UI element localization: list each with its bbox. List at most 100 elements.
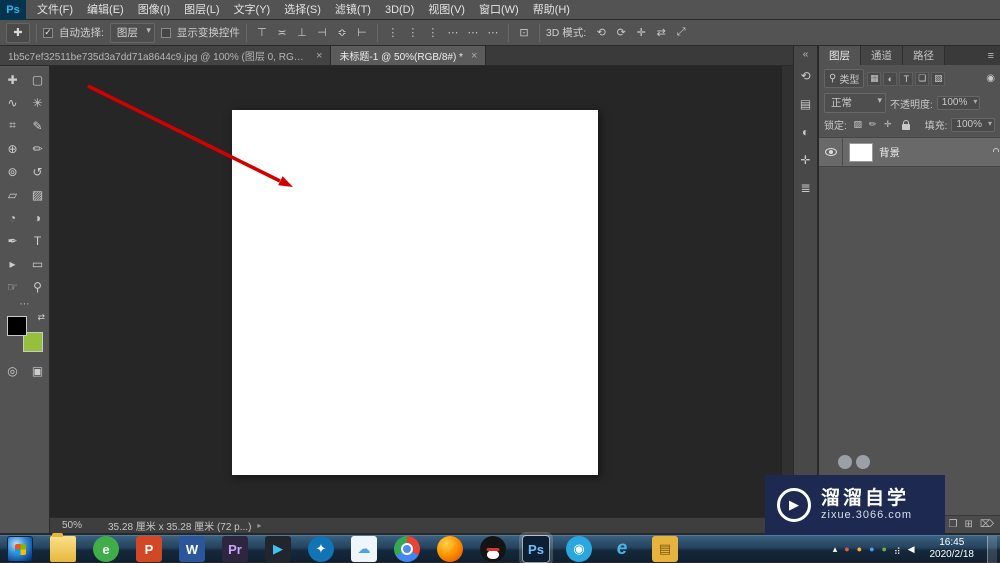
document-canvas[interactable] bbox=[232, 110, 598, 475]
foreground-color-swatch[interactable] bbox=[7, 316, 27, 336]
layer-group-icon[interactable]: ❐ bbox=[949, 519, 958, 530]
start-button[interactable] bbox=[7, 536, 33, 562]
distribute-top-edges-icon[interactable]: ⋮ bbox=[384, 24, 402, 42]
path-selection-tool[interactable]: ▸ bbox=[2, 253, 24, 274]
tab-close-icon[interactable]: × bbox=[316, 50, 322, 62]
history-brush-tool[interactable]: ↺ bbox=[27, 161, 49, 182]
show-transform-checkbox[interactable] bbox=[160, 27, 171, 38]
align-right-edges-icon[interactable]: ⊢ bbox=[353, 24, 371, 42]
crop-tool[interactable]: ⌗ bbox=[2, 115, 24, 136]
new-layer-icon[interactable]: ⊞ bbox=[964, 519, 972, 530]
collapsed-color-icon[interactable]: ≣ bbox=[796, 178, 815, 197]
status-caret-icon[interactable]: ▸ bbox=[257, 521, 261, 530]
lock-image-pixels-icon[interactable]: ✏ bbox=[866, 118, 880, 132]
taskbar-clock[interactable]: 16:45 2020/2/18 bbox=[930, 537, 975, 562]
align-bottom-edges-icon[interactable]: ⊥ bbox=[293, 24, 311, 42]
3d-slide-icon[interactable]: ⇄ bbox=[652, 24, 670, 42]
filter-smart-objects-icon[interactable]: ▧ bbox=[931, 71, 946, 86]
taskbar-photoshop[interactable]: Ps bbox=[522, 535, 550, 563]
rectangle-tool[interactable]: ▭ bbox=[27, 253, 49, 274]
taskbar-compass-app[interactable]: ✦ bbox=[308, 536, 334, 562]
tray-icon-4[interactable]: ● bbox=[882, 544, 887, 554]
pen-tool[interactable]: ✒ bbox=[2, 230, 24, 251]
filter-adjustment-layers-icon[interactable]: ◐ bbox=[883, 71, 898, 86]
tray-icon-2[interactable]: ● bbox=[857, 544, 862, 554]
menu-item[interactable]: 图层(L) bbox=[177, 0, 226, 20]
auto-select-target-dropdown[interactable]: 图层 bbox=[109, 22, 155, 43]
tray-expand-icon[interactable]: ▴ bbox=[833, 544, 838, 555]
tray-volume-icon[interactable]: ◀ bbox=[908, 544, 915, 555]
menu-item[interactable]: 3D(D) bbox=[378, 0, 421, 20]
show-desktop-button[interactable] bbox=[987, 535, 997, 563]
menu-item[interactable]: 视图(V) bbox=[421, 0, 472, 20]
quick-mask-icon[interactable]: ◎ bbox=[2, 360, 24, 381]
quick-selection-tool[interactable]: ✳ bbox=[27, 92, 49, 113]
tray-icon-1[interactable]: ● bbox=[844, 544, 849, 554]
menu-item[interactable]: 图像(I) bbox=[131, 0, 177, 20]
menu-item[interactable]: 文字(Y) bbox=[227, 0, 278, 20]
collapsed-adjustments-icon[interactable]: ◐ bbox=[796, 122, 815, 141]
layer-visibility-cell[interactable] bbox=[819, 138, 843, 166]
clone-stamp-tool[interactable]: ⊚ bbox=[2, 161, 24, 182]
document-info[interactable]: 35.28 厘米 x 35.28 厘米 (72 p...) ▸ bbox=[108, 518, 261, 533]
blend-mode-dropdown[interactable]: 正常 bbox=[824, 93, 886, 113]
gradient-tool[interactable]: ▨ bbox=[27, 184, 49, 205]
blur-tool[interactable]: ◔ bbox=[2, 207, 24, 228]
tray-network-icon[interactable]: ⣴ bbox=[894, 544, 901, 555]
distribute-vertical-centers-icon[interactable]: ⋮ bbox=[404, 24, 422, 42]
tab-close-icon[interactable]: × bbox=[471, 50, 477, 62]
filter-pixel-layers-icon[interactable]: ▦ bbox=[867, 71, 882, 86]
taskbar-qq[interactable] bbox=[480, 536, 506, 562]
align-vertical-centers-icon[interactable]: ≍ bbox=[273, 24, 291, 42]
lasso-tool[interactable]: ∿ bbox=[2, 92, 24, 113]
taskbar-ie[interactable]: e bbox=[609, 536, 635, 562]
panel-menu-icon[interactable]: ≡ bbox=[982, 46, 1000, 65]
menu-item[interactable]: 窗口(W) bbox=[472, 0, 526, 20]
eyedropper-tool[interactable]: ✎ bbox=[27, 115, 49, 136]
taskbar-cloud-app[interactable]: ☁ bbox=[351, 536, 377, 562]
distribute-right-edges-icon[interactable]: ⋯ bbox=[484, 24, 502, 42]
document-tab-1[interactable]: 1b5c7ef32511be735d3a7dd71a8644c9.jpg @ 1… bbox=[0, 46, 332, 65]
collapsed-properties-icon[interactable]: ▤ bbox=[796, 94, 815, 113]
auto-select-checkbox[interactable] bbox=[43, 27, 53, 38]
layer-thumbnail[interactable] bbox=[849, 142, 873, 162]
zoom-tool[interactable]: ⚲ bbox=[27, 276, 49, 297]
rectangular-marquee-tool[interactable]: ▢ bbox=[27, 69, 49, 90]
canvas-workspace[interactable] bbox=[50, 66, 793, 517]
taskbar-video-app[interactable]: ▶ bbox=[265, 536, 291, 562]
menu-item[interactable]: 文件(F) bbox=[30, 0, 80, 20]
layer-row-background[interactable]: 背景 bbox=[819, 138, 1000, 166]
distribute-left-edges-icon[interactable]: ⋯ bbox=[444, 24, 462, 42]
panel-tab-paths[interactable]: 路径 bbox=[903, 46, 945, 65]
3d-pan-icon[interactable]: ✛ bbox=[632, 24, 650, 42]
tools-overflow-icon[interactable]: ⋯ bbox=[0, 299, 49, 310]
collapsed-info-icon[interactable]: ✛ bbox=[796, 150, 815, 169]
taskbar-premiere[interactable]: Pr bbox=[222, 536, 248, 562]
menu-item[interactable]: 选择(S) bbox=[277, 0, 328, 20]
filter-toggle-icon[interactable]: ◉ bbox=[986, 73, 995, 84]
panel-tab-layers[interactable]: 图层 bbox=[819, 46, 861, 65]
spot-healing-brush-tool[interactable]: ⊕ bbox=[2, 138, 24, 159]
vertical-scrollbar[interactable] bbox=[781, 66, 793, 517]
taskbar-firefox[interactable] bbox=[437, 536, 463, 562]
brush-tool[interactable]: ✏ bbox=[27, 138, 49, 159]
document-tab-2[interactable]: 未标题-1 @ 50%(RGB/8#) * × bbox=[331, 46, 487, 65]
panel-tab-channels[interactable]: 通道 bbox=[861, 46, 903, 65]
3d-roll-icon[interactable]: ⟳ bbox=[612, 24, 630, 42]
taskbar-word[interactable]: W bbox=[179, 536, 205, 562]
taskbar-chrome[interactable] bbox=[394, 536, 420, 562]
layer-filter-dropdown[interactable]: ⚲ 类型 bbox=[824, 69, 865, 88]
delete-layer-icon[interactable]: ⌦ bbox=[980, 519, 994, 530]
align-top-edges-icon[interactable]: ⊤ bbox=[253, 24, 271, 42]
move-tool[interactable]: ✚ bbox=[2, 69, 24, 90]
screen-mode-icon[interactable]: ▣ bbox=[27, 360, 49, 381]
type-tool[interactable]: T bbox=[27, 230, 49, 251]
opacity-value[interactable]: 100% bbox=[936, 96, 981, 110]
menu-item[interactable]: 帮助(H) bbox=[526, 0, 577, 20]
fill-value[interactable]: 100% bbox=[951, 117, 995, 132]
filter-shape-layers-icon[interactable]: ❏ bbox=[915, 71, 930, 86]
3d-scale-icon[interactable]: ⤢ bbox=[672, 24, 690, 42]
align-left-edges-icon[interactable]: ⊣ bbox=[313, 24, 331, 42]
auto-align-icon[interactable]: ⊡ bbox=[515, 24, 533, 42]
dodge-tool[interactable]: ◑ bbox=[27, 207, 49, 228]
